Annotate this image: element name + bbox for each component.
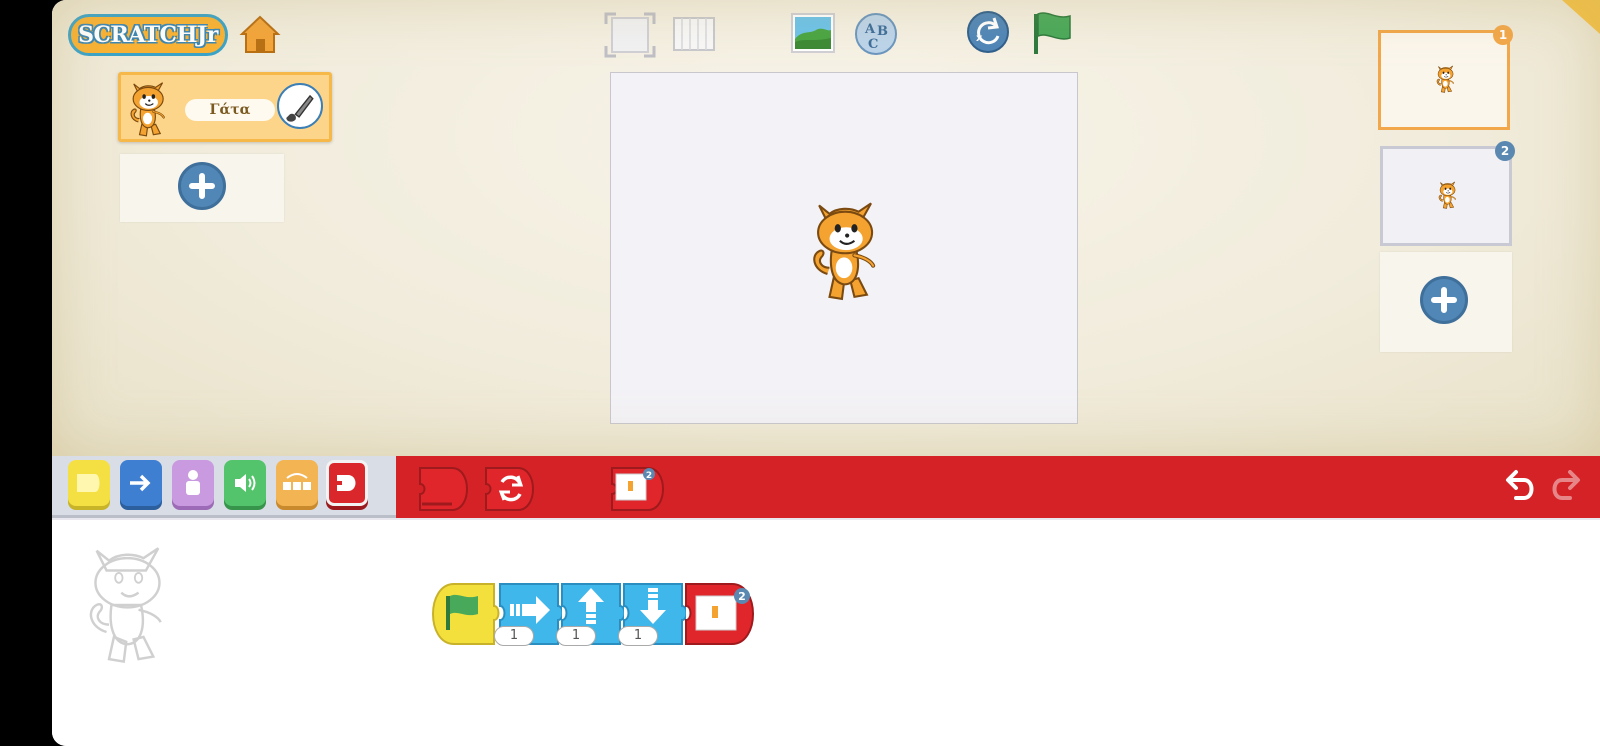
- page-number-badge: 1: [1493, 25, 1513, 45]
- home-icon[interactable]: [238, 12, 282, 56]
- page-2-cat-preview: [1438, 181, 1456, 209]
- reset-icon[interactable]: x: [966, 10, 1010, 54]
- editor-top-area: SCRATCHJr A B C x Γάτα 1 2: [52, 0, 1600, 456]
- end-block-icon: [337, 475, 356, 491]
- go-to-page-number: 2: [738, 590, 746, 603]
- scratchjr-editor: SCRATCHJr A B C x Γάτα 1 2 2 1 1 1 2: [52, 0, 1600, 746]
- move-up-count[interactable]: 1: [556, 626, 596, 646]
- add-sprite-slot[interactable]: [120, 154, 284, 222]
- start-on-green-flag-block[interactable]: [422, 582, 502, 646]
- plus-icon: [189, 173, 215, 199]
- category-sound-button[interactable]: [224, 460, 266, 506]
- undo-icon[interactable]: [1500, 466, 1540, 506]
- background-icon[interactable]: [790, 12, 836, 54]
- cat-sprite-on-stage[interactable]: [807, 193, 879, 301]
- trigger-block-icon: [77, 474, 100, 492]
- svg-text:C: C: [868, 37, 878, 52]
- move-right-count[interactable]: 1: [494, 626, 534, 646]
- person-icon: [186, 470, 200, 495]
- script-area[interactable]: 1 1 1 2: [52, 518, 1600, 746]
- svg-text:x: x: [976, 33, 983, 44]
- page-thumbnail-1[interactable]: 1: [1378, 25, 1513, 130]
- text-icon[interactable]: A B C: [854, 12, 898, 56]
- move-down-count[interactable]: 1: [618, 626, 658, 646]
- sprite-card-selected[interactable]: Γάτα: [118, 72, 332, 142]
- category-end-button[interactable]: [326, 460, 368, 506]
- grid-icon[interactable]: [672, 16, 716, 52]
- green-flag-icon[interactable]: [1030, 10, 1074, 56]
- selected-sprite-watermark: [89, 547, 162, 663]
- add-page-slot[interactable]: [1380, 252, 1512, 352]
- repeat-forever-block[interactable]: [482, 464, 540, 516]
- page-1-cat-preview: [1436, 65, 1454, 93]
- category-control-button[interactable]: [276, 460, 318, 506]
- project-info-tab[interactable]: [1562, 0, 1600, 34]
- sprite-name-label[interactable]: Γάτα: [185, 99, 275, 121]
- category-triggering-button[interactable]: [68, 460, 110, 506]
- redo-icon[interactable]: [1546, 466, 1586, 506]
- category-looks-button[interactable]: [172, 460, 214, 506]
- add-sprite-button[interactable]: [178, 162, 226, 210]
- end-block[interactable]: [416, 464, 474, 516]
- go-to-page-block[interactable]: 2: [608, 464, 672, 516]
- category-selector: [52, 456, 396, 518]
- stage[interactable]: [610, 72, 1078, 424]
- cat-sprite-thumbnail: [129, 81, 165, 137]
- page-ref-number: 2: [646, 471, 652, 481]
- page-number-badge: 2: [1495, 141, 1515, 161]
- page-thumbnail-2[interactable]: 2: [1380, 141, 1515, 246]
- go-to-page-script-block[interactable]: 2: [682, 582, 762, 646]
- add-page-button[interactable]: [1420, 276, 1468, 324]
- control-icon: [283, 473, 311, 490]
- fullscreen-icon[interactable]: [604, 12, 656, 58]
- plus-icon: [1431, 287, 1457, 313]
- svg-text:A: A: [864, 22, 876, 37]
- svg-text:B: B: [877, 24, 888, 39]
- logo-text: SCRATCHJr: [78, 22, 218, 48]
- paint-editor-icon[interactable]: [277, 83, 323, 129]
- arrow-right-icon: [130, 474, 151, 492]
- block-palette-bar: 2: [52, 456, 1600, 518]
- scratchjr-logo: SCRATCHJr: [68, 14, 228, 56]
- category-motion-button[interactable]: [120, 460, 162, 506]
- speaker-icon: [235, 474, 256, 492]
